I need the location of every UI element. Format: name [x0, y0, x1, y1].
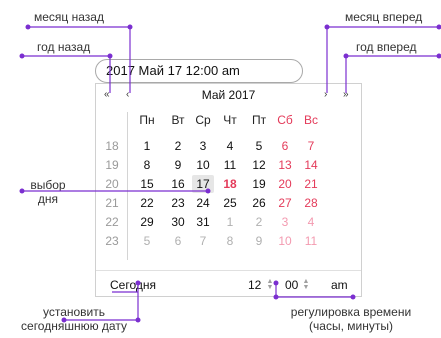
day-cell[interactable]: 31 — [192, 213, 214, 231]
annotation-next-month: месяц вперед — [345, 10, 423, 24]
annotation-prev-month: месяц назад — [34, 10, 104, 24]
day-cell[interactable]: 24 — [192, 194, 214, 212]
day-cell[interactable]: 23 — [167, 194, 189, 212]
day-cell[interactable]: 2 — [248, 213, 270, 231]
day-cell[interactable]: 3 — [274, 213, 296, 231]
annotation-next-year: год вперед — [356, 40, 417, 54]
week-number: 23 — [105, 234, 119, 248]
week-number-separator — [127, 112, 128, 260]
today-button[interactable]: Сегодня — [110, 277, 156, 293]
weekday-header: Пн — [139, 113, 155, 127]
day-cell[interactable]: 2 — [167, 137, 189, 155]
day-cell[interactable]: 11 — [300, 232, 322, 250]
month-title[interactable]: Май 2017 — [96, 88, 361, 102]
day-cell[interactable]: 30 — [167, 213, 189, 231]
day-cell[interactable]: 21 — [300, 175, 322, 193]
day-cell[interactable]: 26 — [248, 194, 270, 212]
day-cell[interactable]: 19 — [248, 175, 270, 193]
ampm-toggle[interactable]: am — [331, 277, 348, 293]
annotation-set-today: установить сегодняшнюю дату — [4, 305, 144, 333]
day-cell[interactable]: 9 — [167, 156, 189, 174]
day-cell[interactable]: 6 — [274, 137, 296, 155]
minute-value[interactable]: 00 — [285, 277, 298, 293]
day-cell[interactable]: 8 — [219, 232, 241, 250]
day-cell[interactable]: 1 — [136, 137, 158, 155]
day-cell[interactable]: 15 — [136, 175, 158, 193]
week-number: 20 — [105, 177, 119, 191]
day-cell[interactable]: 22 — [136, 194, 158, 212]
day-cell[interactable]: 5 — [136, 232, 158, 250]
calendar-header: « ‹ Май 2017 › » — [96, 84, 361, 108]
annotation-day-select-line2: дня — [37, 192, 59, 206]
day-cell[interactable]: 10 — [274, 232, 296, 250]
weekday-header: Ср — [195, 113, 211, 127]
hour-spinner[interactable]: ▲ ▼ — [266, 278, 274, 291]
annotation-set-today-line1: установить — [42, 305, 106, 319]
day-cell[interactable]: 13 — [274, 156, 296, 174]
week-number: 21 — [105, 196, 119, 210]
day-cell[interactable]: 11 — [219, 156, 241, 174]
annotation-set-today-line2: сегодняшнюю дату — [21, 319, 127, 333]
next-year-button[interactable]: » — [343, 89, 349, 101]
weekday-header: Сб — [277, 113, 293, 127]
annotation-time-adjust-line2: (часы, минуты) — [309, 319, 393, 333]
day-cell[interactable]: 25 — [219, 194, 241, 212]
day-cell[interactable]: 27 — [274, 194, 296, 212]
day-cell[interactable]: 17 — [192, 175, 214, 193]
annotation-day-select: выбор дня — [25, 178, 71, 206]
weekday-header: Вт — [171, 113, 185, 127]
week-number: 18 — [105, 139, 119, 153]
weekday-header: Вс — [303, 113, 318, 127]
weekday-header: Чт — [223, 113, 237, 127]
hour-down-icon[interactable]: ▼ — [266, 284, 274, 291]
week-number: 19 — [105, 158, 119, 172]
annotation-time-adjust-line1: регулировка времени — [290, 305, 412, 319]
hour-value[interactable]: 12 — [248, 277, 261, 293]
day-cell[interactable]: 3 — [192, 137, 214, 155]
day-cell[interactable]: 1 — [219, 213, 241, 231]
day-cell[interactable]: 14 — [300, 156, 322, 174]
annotation-day-select-line1: выбор — [30, 178, 66, 192]
day-cell[interactable]: 10 — [192, 156, 214, 174]
day-cell[interactable]: 16 — [167, 175, 189, 193]
day-cell[interactable]: 18 — [219, 175, 241, 193]
day-cell[interactable]: 12 — [248, 156, 270, 174]
week-number: 22 — [105, 215, 119, 229]
calendar-popup: « ‹ Май 2017 › » Пн Вт Ср Чт Пт Сб Вс 18 1 2 3 4 5 6 7… — [95, 83, 362, 297]
footer-separator — [96, 270, 361, 271]
day-cell[interactable]: 9 — [248, 232, 270, 250]
day-cell[interactable]: 4 — [219, 137, 241, 155]
day-cell[interactable]: 5 — [248, 137, 270, 155]
annotation-time-adjust: регулировка времени (часы, минуты) — [276, 305, 426, 333]
minute-down-icon[interactable]: ▼ — [302, 284, 310, 291]
next-month-button[interactable]: › — [324, 89, 327, 101]
day-cell[interactable]: 7 — [192, 232, 214, 250]
day-cell[interactable]: 20 — [274, 175, 296, 193]
day-cell[interactable]: 28 — [300, 194, 322, 212]
day-cell[interactable]: 8 — [136, 156, 158, 174]
day-cell[interactable]: 6 — [167, 232, 189, 250]
minute-spinner[interactable]: ▲ ▼ — [302, 278, 310, 291]
annotation-prev-year: год назад — [37, 40, 91, 54]
day-cell[interactable]: 29 — [136, 213, 158, 231]
day-cell[interactable]: 4 — [300, 213, 322, 231]
date-input[interactable]: 2017 Май 17 12:00 am — [95, 59, 303, 83]
day-cell[interactable]: 7 — [300, 137, 322, 155]
weekday-header: Пт — [251, 113, 267, 127]
